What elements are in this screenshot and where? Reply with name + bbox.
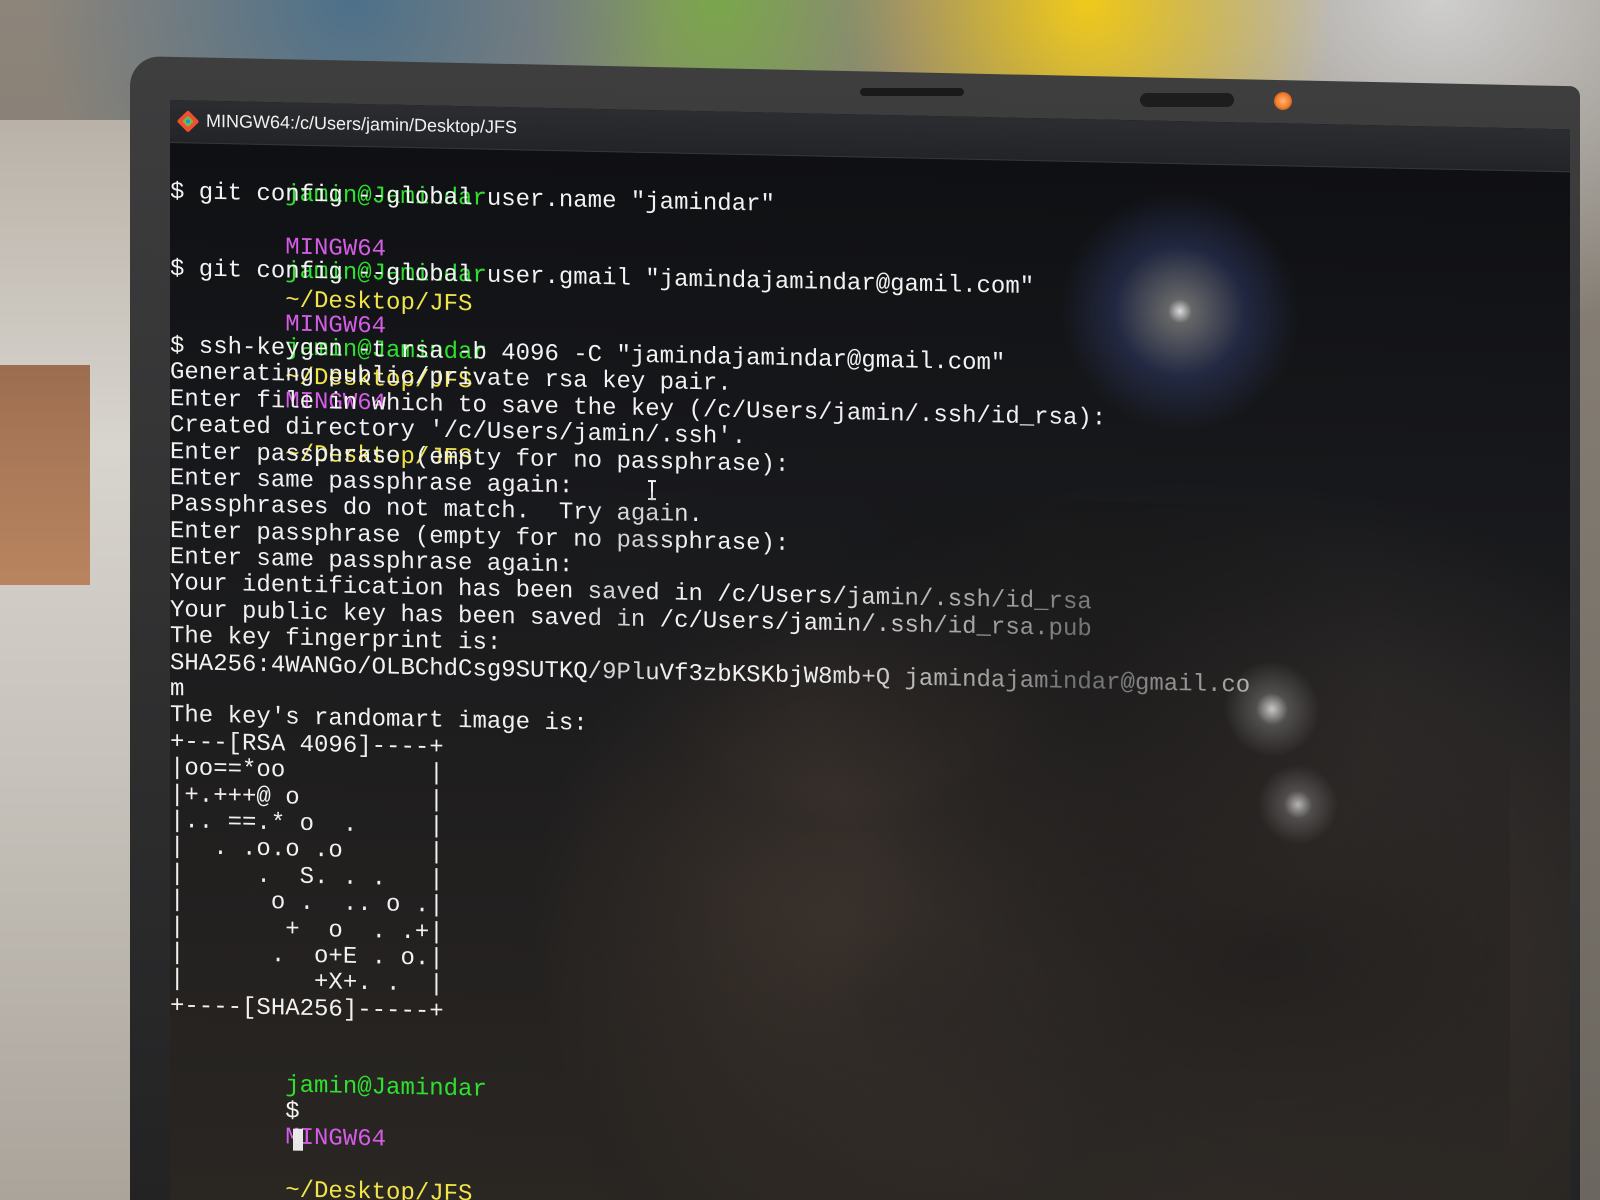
photo-scene: MINGW64:/c/Users/jamin/Desktop/JFS jamin… — [0, 0, 1600, 1200]
webcam-icon — [1274, 92, 1292, 110]
terminal-output[interactable]: jamin@Jamindar MINGW64 ~/Desktop/JFS $ g… — [170, 154, 1570, 1200]
webcam-slider — [1140, 93, 1234, 107]
terminal-window: MINGW64:/c/Users/jamin/Desktop/JFS jamin… — [170, 100, 1570, 1200]
terminal-cursor[interactable] — [293, 1128, 304, 1152]
prompt-user: jamin@Jamindar — [285, 1071, 487, 1104]
desk-background — [0, 120, 150, 1200]
prompt-path: ~/Desktop/JFS — [285, 1177, 473, 1200]
window-title: MINGW64:/c/Users/jamin/Desktop/JFS — [206, 110, 518, 138]
git-bash-icon — [177, 110, 199, 132]
text-cursor-icon — [648, 480, 656, 501]
laptop-top-notch — [860, 88, 964, 96]
shell-prompt-symbol: $ — [285, 1098, 300, 1126]
